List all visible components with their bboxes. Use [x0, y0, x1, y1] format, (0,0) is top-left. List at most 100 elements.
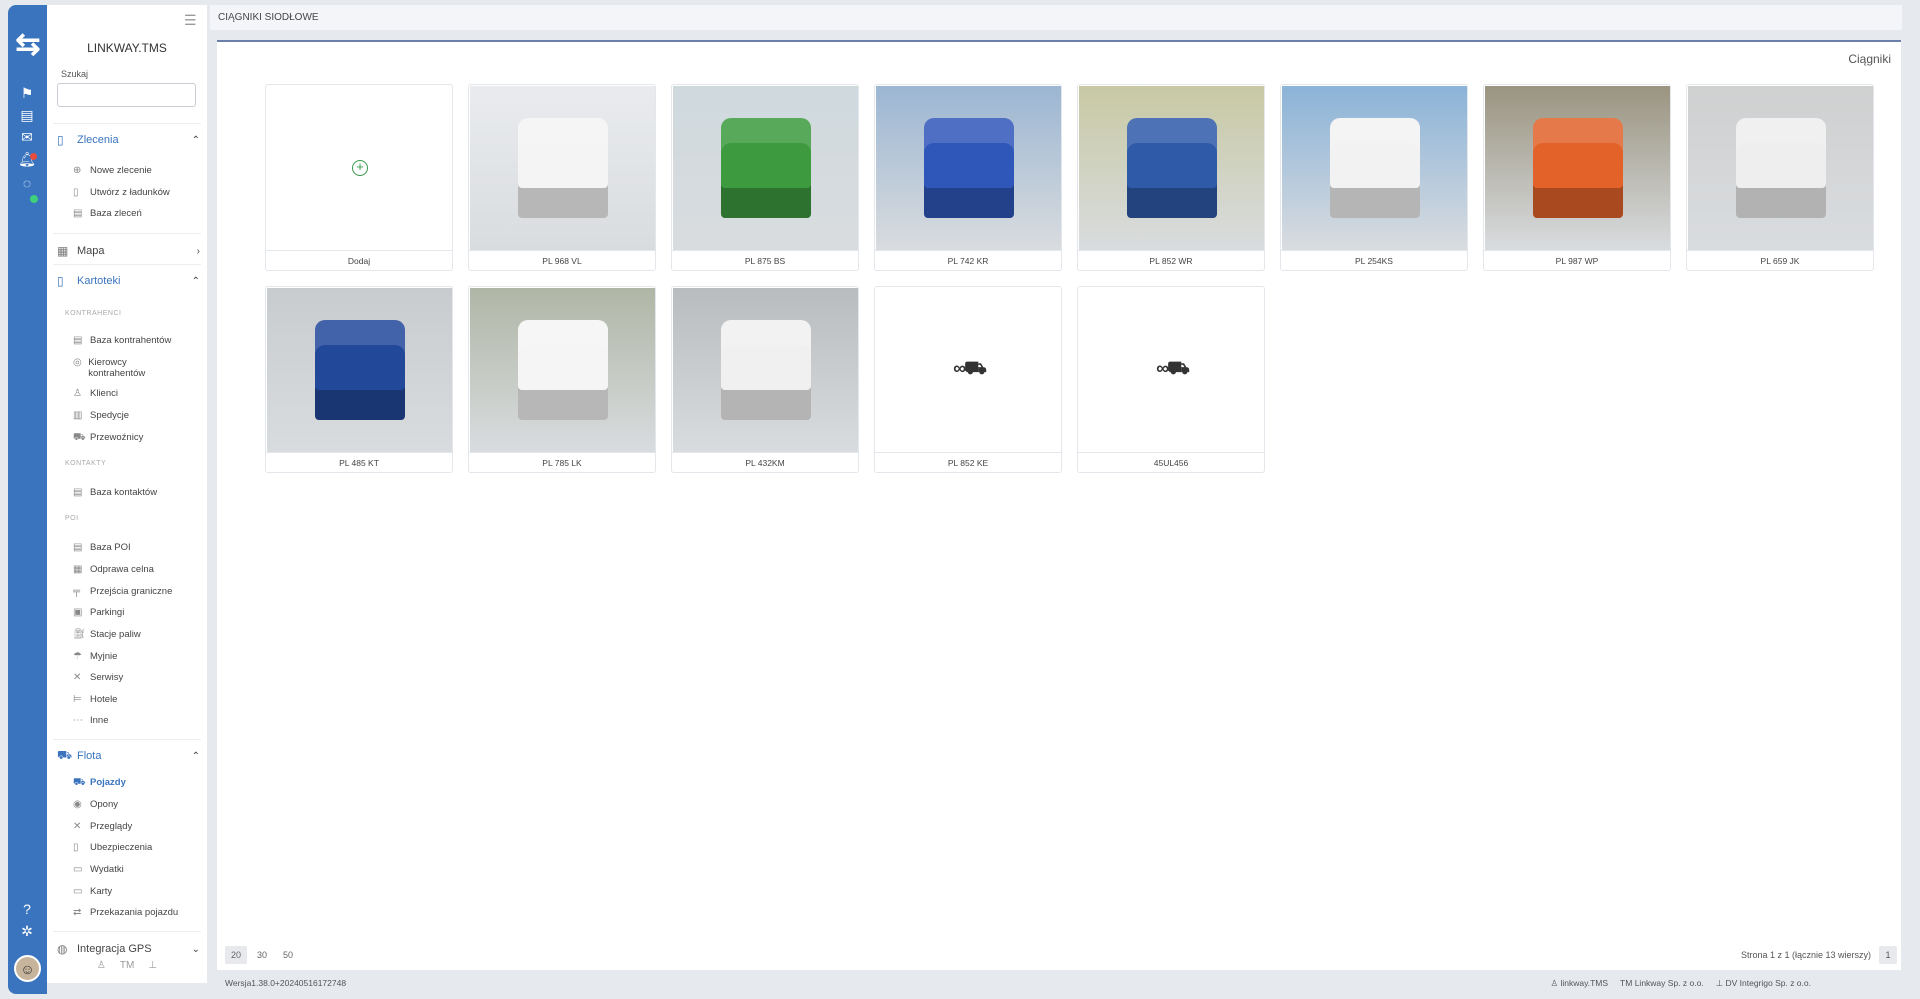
vehicle-label: PL 875 BS	[672, 250, 858, 270]
vehicle-card[interactable]: PL 659 JK	[1686, 84, 1874, 271]
truck-cab-shape	[1127, 118, 1217, 218]
tools-icon: ✕	[73, 672, 82, 683]
sidebar-item-przeglady[interactable]: ✕ Przeglądy	[73, 821, 198, 832]
sidebar-item-serwisy[interactable]: ✕ Serwisy	[73, 672, 198, 683]
vehicle-photo	[673, 86, 858, 250]
version-label: Wersja1.38.0+20240516172748	[225, 978, 347, 988]
truck-small-icon: ⛟	[73, 432, 86, 443]
sidebar-item-baza-poi[interactable]: ▤ Baza POI	[73, 542, 198, 553]
footer-company-linkway: TM Linkway Sp. z o.o.	[1620, 978, 1704, 988]
vehicle-card[interactable]: PL 968 VL	[468, 84, 656, 271]
icon-rail: ⇆ ⚑ ▤ ✉ 🔔︎ ◌ ? ✲ ☺	[8, 5, 47, 994]
mail-icon[interactable]: ✉	[17, 127, 37, 147]
section-mapa[interactable]: ▦ Mapa ›	[57, 243, 200, 259]
sidebar-item-pojazdy[interactable]: ⛟ Pojazdy	[73, 777, 198, 788]
chat-icon[interactable]: ◌	[17, 173, 37, 193]
vehicle-card[interactable]: PL 785 LK	[468, 286, 656, 473]
tractor-unit-icon: ∞⛟	[1156, 358, 1190, 378]
sidebar-item-opony[interactable]: ◉ Opony	[73, 799, 198, 810]
user-avatar[interactable]: ☺	[14, 955, 41, 982]
vehicle-card[interactable]: PL 485 KT	[265, 286, 453, 473]
page-size-30[interactable]: 30	[251, 946, 273, 964]
chevron-right-icon: ›	[196, 245, 200, 257]
sidebar-bottom-bar: ♙ TM ⊥	[47, 960, 207, 971]
vehicle-card[interactable]: ∞⛟ 45UL456	[1077, 286, 1265, 473]
steering-wheel-icon: ◎	[73, 357, 82, 368]
folder-icon: ▯	[57, 274, 64, 288]
sidebar-item-hotele[interactable]: ⊨ Hotele	[73, 694, 198, 705]
section-flota[interactable]: ⛟ Flota ⌃	[57, 748, 200, 764]
vehicle-card[interactable]: PL 987 WP	[1483, 84, 1671, 271]
plus-circle-icon: +	[352, 160, 368, 176]
sidebar-item-spedycje[interactable]: ▥ Spedycje	[73, 410, 198, 421]
sidebar-item-ubezpieczenia[interactable]: ▯ Ubezpieczenia	[73, 842, 198, 853]
contact-card-icon[interactable]: ▤	[17, 105, 37, 125]
top-bar: CIĄGNIKI SIODŁOWE	[210, 5, 1902, 30]
section-integracja-gps[interactable]: ◍ Integracja GPS ⌄	[57, 941, 200, 957]
main-panel: Ciągniki + Dodaj PL 968 VL PL 875 BS PL 742 …	[217, 40, 1901, 970]
handover-icon: ⇄	[73, 907, 82, 918]
search-input[interactable]	[57, 83, 196, 107]
page-size-selector: 20 30 50	[225, 946, 299, 964]
vehicle-card[interactable]: PL 875 BS	[671, 84, 859, 271]
sidebar-item-przewoznicy[interactable]: ⛟ Przewoźnicy	[73, 432, 198, 443]
vehicle-photo	[673, 288, 858, 452]
tm-icon[interactable]: TM	[120, 960, 134, 971]
divider	[53, 739, 201, 740]
truck-cab-shape	[1736, 118, 1826, 218]
tire-icon: ◉	[73, 799, 82, 810]
vehicle-photo	[1485, 86, 1670, 250]
notification-badge	[30, 153, 37, 160]
vehicle-card[interactable]: PL 254KS	[1280, 84, 1468, 271]
section-zlecenia[interactable]: ▯ Zlecenia ⌃	[57, 132, 200, 148]
sidebar-item-przejscia-graniczne[interactable]: ╤ Przejścia graniczne	[73, 586, 198, 597]
page-size-20[interactable]: 20	[225, 946, 247, 964]
section-kartoteki[interactable]: ▯ Kartoteki ⌃	[57, 273, 200, 289]
vehicle-photo	[1688, 86, 1873, 250]
sidebar-item-karty[interactable]: ▭ Karty	[73, 886, 198, 897]
linkway-logo-icon[interactable]: ⇆	[13, 27, 43, 61]
vehicle-card[interactable]: PL 432KM	[671, 286, 859, 473]
table-icon: ▤	[73, 487, 83, 498]
network-icon[interactable]: ⊥	[148, 960, 157, 971]
sidebar-item-nowe-zlecenie[interactable]: ⊕ Nowe zlecenie	[73, 165, 198, 176]
sidebar-item-klienci[interactable]: ♙ Klienci	[73, 388, 198, 399]
fuel-icon: ⛽︎	[73, 629, 86, 640]
sidebar-item-parkingi[interactable]: ▣ Parkingi	[73, 607, 198, 618]
flag-icon[interactable]: ⚑	[17, 83, 37, 103]
hamburger-icon[interactable]: ☰	[184, 12, 197, 29]
sidebar-item-baza-kontrahentow[interactable]: ▤ Baza kontrahentów	[73, 335, 198, 346]
vehicle-label: Dodaj	[266, 250, 452, 270]
map-icon: ▦	[57, 244, 69, 258]
page-number-button[interactable]: 1	[1879, 946, 1897, 964]
building-icon: ▥	[73, 410, 83, 421]
vehicle-card[interactable]: PL 852 WR	[1077, 84, 1265, 271]
sidebar-item-przekazania-pojazdu[interactable]: ⇄ Przekazania pojazdu	[73, 907, 198, 918]
sidebar-item-kierowcy-kontrahentow[interactable]: ◎ Kierowcy kontrahentów	[73, 357, 173, 379]
vehicle-photo	[1282, 86, 1467, 250]
divider	[53, 264, 201, 265]
gps-icon: ◍	[57, 942, 68, 956]
bug-icon[interactable]: ✲	[17, 921, 37, 941]
card-icon: ▭	[73, 886, 83, 897]
chevron-up-icon: ⌃	[191, 275, 200, 287]
sidebar-item-wydatki[interactable]: ▭ Wydatki	[73, 864, 198, 875]
page-size-50[interactable]: 50	[277, 946, 299, 964]
help-icon[interactable]: ?	[17, 899, 37, 919]
sidebar-item-utworz-z-ladunkow[interactable]: ▯ Utwórz z ładunków	[73, 187, 198, 198]
sidebar-item-myjnie[interactable]: ☂ Myjnie	[73, 651, 198, 662]
truck-cab-shape	[518, 320, 608, 420]
sidebar-item-inne[interactable]: ⋯ Inne	[73, 715, 198, 726]
sidebar-item-baza-kontaktow[interactable]: ▤ Baza kontaktów	[73, 487, 198, 498]
vehicle-photo	[470, 288, 655, 452]
sidebar-item-stacje-paliw[interactable]: ⛽︎ Stacje paliw	[73, 629, 198, 640]
vehicle-card[interactable]: + Dodaj	[265, 84, 453, 271]
vehicle-card[interactable]: PL 742 KR	[874, 84, 1062, 271]
sidebar-item-odprawa-celna[interactable]: ▦ Odprawa celna	[73, 564, 198, 575]
vehicle-label: 45UL456	[1078, 452, 1264, 472]
sidebar-item-baza-zlecen[interactable]: ▤ Baza zleceń	[73, 208, 198, 219]
vehicle-card[interactable]: ∞⛟ PL 852 KE	[874, 286, 1062, 473]
users-icon[interactable]: ♙	[97, 960, 106, 971]
plus-circle-icon: ⊕	[73, 165, 82, 176]
chevron-up-icon: ⌃	[191, 134, 200, 146]
